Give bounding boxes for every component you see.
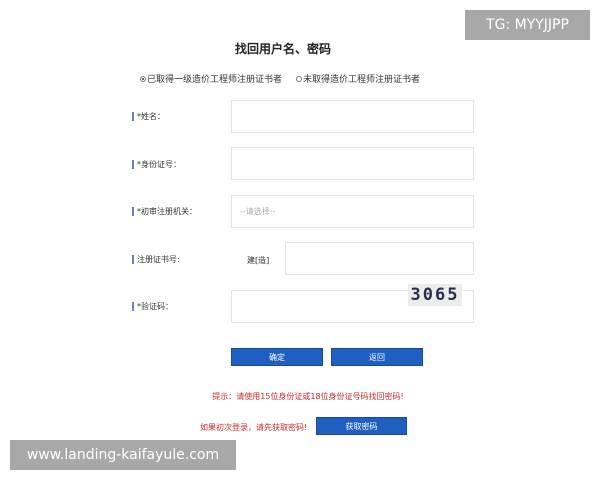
hint-text: 提示：请使用15位身份证或18位身份证号码找回密码! [212, 392, 404, 401]
back-button[interactable]: 返回 [331, 348, 423, 366]
page-title: 找回用户名、密码 [234, 42, 331, 56]
radio-qualified[interactable]: 已取得一级造价工程师注册证书者 [140, 72, 282, 85]
agency-select[interactable] [232, 196, 473, 227]
radio-unqualified-label: 未取得造价工程师注册证书者 [303, 75, 421, 85]
qualification-options: 已取得一级造价工程师注册证书者 未取得造价工程师注册证书者 [140, 72, 420, 85]
watermark-url: www.landing-kaifayule.com [10, 440, 236, 470]
get-password-button[interactable]: 获取密码 [316, 417, 407, 435]
radio-qualified-dot[interactable] [140, 75, 146, 82]
id-label: *身份证号： [132, 160, 181, 169]
id-number-input[interactable] [232, 148, 473, 179]
cert-number-input[interactable] [286, 243, 473, 274]
name-input[interactable] [232, 101, 473, 132]
cert-field-box [285, 242, 474, 275]
name-field-box [231, 100, 474, 133]
radio-unqualified[interactable]: 未取得造价工程师注册证书者 [296, 72, 420, 85]
name-label: *姓名： [132, 112, 165, 121]
first-login-text: 如果初次登录，请先获取密码! [200, 423, 308, 432]
agency-label: *初审注册机关： [132, 207, 197, 216]
cert-label: 注册证书号: [132, 255, 180, 264]
cert-prefix: 建[造] [247, 256, 270, 265]
id-field-box [231, 147, 474, 180]
captcha-label: *验证码： [132, 302, 173, 311]
confirm-button[interactable]: 确定 [231, 348, 323, 366]
radio-unqualified-dot[interactable] [296, 75, 303, 82]
radio-qualified-label: 已取得一级造价工程师注册证书者 [147, 75, 283, 85]
captcha-image[interactable]: 3065 [408, 284, 462, 306]
watermark-tg: TG: MYYJJPP [465, 10, 590, 40]
agency-field-box [231, 195, 474, 228]
